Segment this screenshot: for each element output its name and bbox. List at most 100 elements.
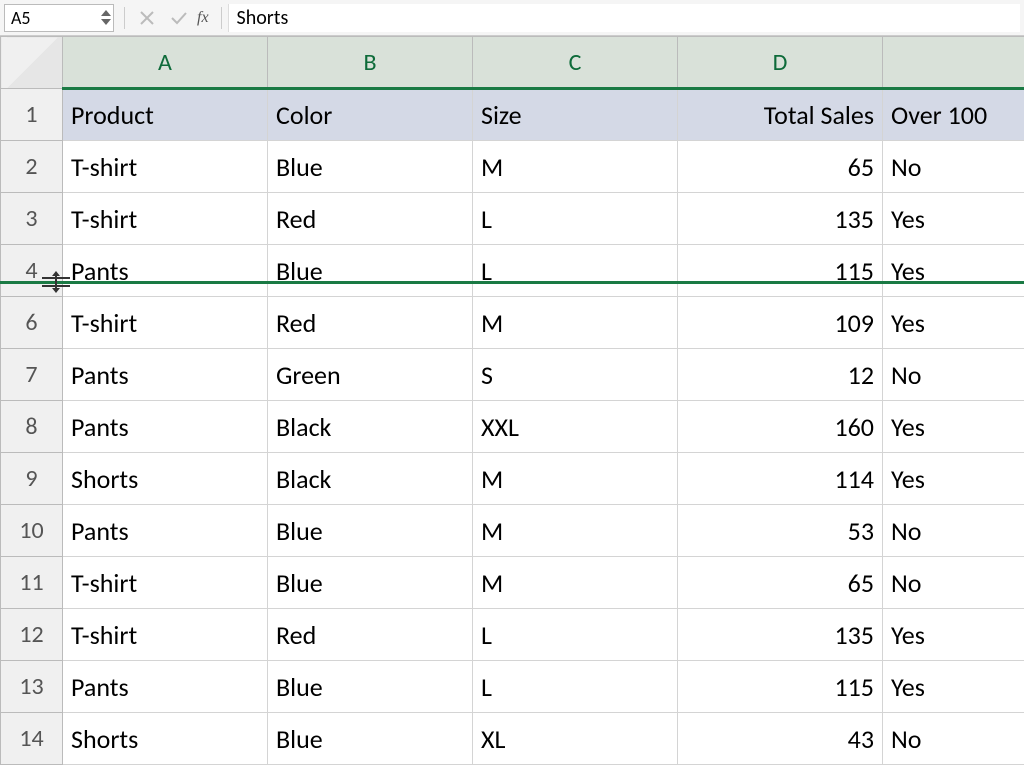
cell[interactable]: T-shirt: [63, 193, 268, 245]
table-row: 7 Pants Green S 12 No: [1, 349, 1024, 401]
fx-icon[interactable]: fx: [197, 9, 209, 27]
row-header[interactable]: 8: [1, 401, 63, 453]
confirm-icon[interactable]: [165, 4, 193, 32]
cell[interactable]: Red: [268, 297, 473, 349]
col-header-D[interactable]: D: [678, 37, 883, 89]
cell[interactable]: XL: [473, 713, 678, 765]
header-over100[interactable]: Over 100: [883, 89, 1024, 141]
cell[interactable]: XXL: [473, 401, 678, 453]
table-row: 3 T-shirt Red L 135 Yes: [1, 193, 1024, 245]
cell[interactable]: M: [473, 505, 678, 557]
cell[interactable]: No: [883, 505, 1024, 557]
cell[interactable]: T-shirt: [63, 557, 268, 609]
cell[interactable]: Yes: [883, 193, 1024, 245]
row-header[interactable]: 14: [1, 713, 63, 765]
cell[interactable]: T-shirt: [63, 141, 268, 193]
header-product[interactable]: Product: [63, 89, 268, 141]
row-header[interactable]: 7: [1, 349, 63, 401]
cell[interactable]: M: [473, 297, 678, 349]
cell[interactable]: 53: [678, 505, 883, 557]
cell[interactable]: Blue: [268, 557, 473, 609]
cell[interactable]: No: [883, 713, 1024, 765]
spinner-up-icon[interactable]: [101, 9, 111, 17]
col-header-C[interactable]: C: [473, 37, 678, 89]
cell[interactable]: Yes: [883, 401, 1024, 453]
cell[interactable]: L: [473, 609, 678, 661]
cell[interactable]: No: [883, 557, 1024, 609]
cell[interactable]: Yes: [883, 609, 1024, 661]
header-color[interactable]: Color: [268, 89, 473, 141]
cell[interactable]: 115: [678, 661, 883, 713]
cell[interactable]: Pants: [63, 349, 268, 401]
name-box[interactable]: A5: [4, 4, 114, 32]
cell[interactable]: Pants: [63, 505, 268, 557]
row-header[interactable]: 3: [1, 193, 63, 245]
cell[interactable]: Pants: [63, 245, 268, 297]
spinner-down-icon[interactable]: [101, 18, 111, 26]
cell[interactable]: 160: [678, 401, 883, 453]
row-header[interactable]: 12: [1, 609, 63, 661]
cell[interactable]: M: [473, 557, 678, 609]
cell[interactable]: Yes: [883, 245, 1024, 297]
col-header-A[interactable]: A: [63, 37, 268, 89]
row-header[interactable]: 9: [1, 453, 63, 505]
cell[interactable]: No: [883, 141, 1024, 193]
divider: [124, 7, 125, 29]
cell[interactable]: Black: [268, 453, 473, 505]
cell[interactable]: Yes: [883, 453, 1024, 505]
cell[interactable]: Pants: [63, 661, 268, 713]
cancel-icon[interactable]: [133, 4, 161, 32]
formula-input[interactable]: Shorts: [228, 4, 1020, 32]
formula-bar: A5 fx Shorts: [0, 0, 1024, 36]
table-row: 11 T-shirt Blue M 65 No: [1, 557, 1024, 609]
cell[interactable]: Yes: [883, 661, 1024, 713]
cell[interactable]: 114: [678, 453, 883, 505]
select-all-corner[interactable]: [1, 37, 63, 89]
row-header[interactable]: 6: [1, 297, 63, 349]
cell[interactable]: 115: [678, 245, 883, 297]
cell[interactable]: 135: [678, 193, 883, 245]
cell[interactable]: Black: [268, 401, 473, 453]
row-unhide-handle-icon[interactable]: [42, 274, 70, 290]
cell[interactable]: No: [883, 349, 1024, 401]
cell[interactable]: Blue: [268, 141, 473, 193]
cell[interactable]: Red: [268, 609, 473, 661]
cell[interactable]: Blue: [268, 713, 473, 765]
cell[interactable]: Blue: [268, 505, 473, 557]
cell[interactable]: 12: [678, 349, 883, 401]
cell[interactable]: Pants: [63, 401, 268, 453]
cell[interactable]: L: [473, 245, 678, 297]
col-header-E[interactable]: [883, 37, 1024, 89]
cell[interactable]: Shorts: [63, 453, 268, 505]
cell[interactable]: L: [473, 661, 678, 713]
cell[interactable]: S: [473, 349, 678, 401]
cell[interactable]: Blue: [268, 245, 473, 297]
cell[interactable]: 65: [678, 557, 883, 609]
row-header[interactable]: 2: [1, 141, 63, 193]
header-size[interactable]: Size: [473, 89, 678, 141]
formula-value: Shorts: [237, 6, 289, 30]
row-header[interactable]: 13: [1, 661, 63, 713]
cell[interactable]: Shorts: [63, 713, 268, 765]
cell[interactable]: T-shirt: [63, 609, 268, 661]
hidden-row-divider: [0, 281, 1024, 284]
row-header[interactable]: 11: [1, 557, 63, 609]
cell[interactable]: Yes: [883, 297, 1024, 349]
cell[interactable]: 43: [678, 713, 883, 765]
cell[interactable]: 65: [678, 141, 883, 193]
cell[interactable]: 135: [678, 609, 883, 661]
cell[interactable]: Blue: [268, 661, 473, 713]
table-row: 8 Pants Black XXL 160 Yes: [1, 401, 1024, 453]
table-row: 12 T-shirt Red L 135 Yes: [1, 609, 1024, 661]
cell[interactable]: Red: [268, 193, 473, 245]
header-total-sales[interactable]: Total Sales: [678, 89, 883, 141]
cell[interactable]: M: [473, 453, 678, 505]
cell[interactable]: M: [473, 141, 678, 193]
row-header-1[interactable]: 1: [1, 89, 63, 141]
row-header[interactable]: 10: [1, 505, 63, 557]
cell[interactable]: 109: [678, 297, 883, 349]
cell[interactable]: T-shirt: [63, 297, 268, 349]
col-header-B[interactable]: B: [268, 37, 473, 89]
cell[interactable]: L: [473, 193, 678, 245]
cell[interactable]: Green: [268, 349, 473, 401]
